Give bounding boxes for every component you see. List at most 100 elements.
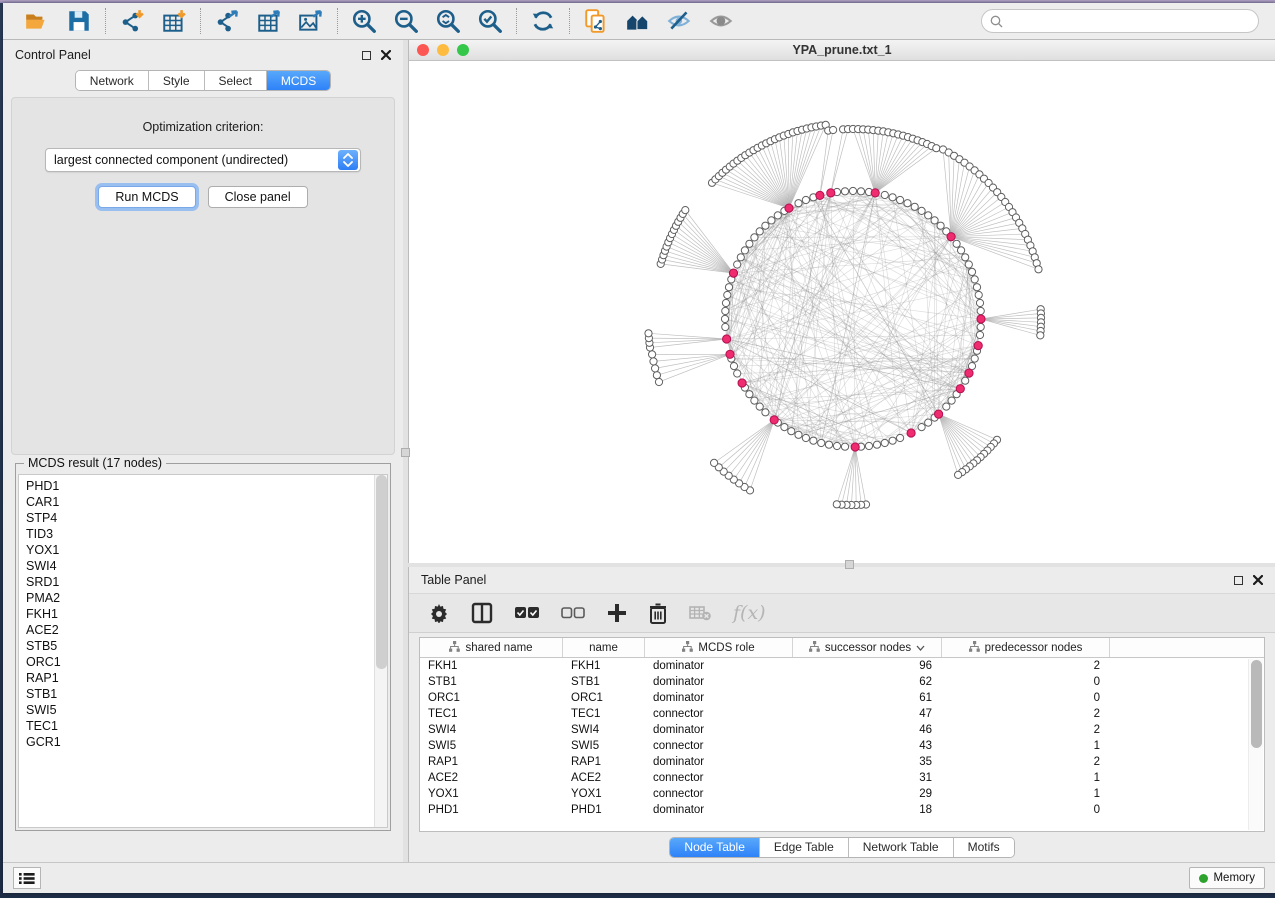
mcds-list-scrollbar[interactable] [374, 475, 387, 827]
show-columns-icon[interactable] [471, 600, 493, 626]
float-table-panel-icon[interactable] [1234, 576, 1243, 585]
tab-network[interactable]: Network [76, 71, 149, 90]
table-cell[interactable]: STB1 [563, 674, 645, 690]
table-cell[interactable]: 0 [942, 674, 1110, 690]
table-cell[interactable]: dominator [645, 674, 793, 690]
table-cell[interactable]: 18 [793, 802, 942, 818]
table-cell[interactable]: ACE2 [420, 770, 563, 786]
table-cell[interactable]: FKH1 [420, 658, 563, 674]
table-cell[interactable]: TEC1 [420, 706, 563, 722]
close-window-icon[interactable] [417, 44, 429, 56]
mcds-result-item[interactable]: SWI5 [19, 702, 387, 718]
task-history-button[interactable] [13, 867, 41, 889]
table-cell[interactable]: SWI4 [420, 722, 563, 738]
table-cell[interactable]: dominator [645, 658, 793, 674]
table-cell[interactable]: 96 [793, 658, 942, 674]
memory-button[interactable]: Memory [1189, 867, 1265, 889]
table-cell[interactable]: connector [645, 770, 793, 786]
table-scrollbar[interactable] [1248, 659, 1263, 830]
table-cell[interactable]: ORC1 [420, 690, 563, 706]
mcds-result-item[interactable]: ACE2 [19, 622, 387, 638]
table-cell[interactable]: 1 [942, 786, 1110, 802]
mcds-result-item[interactable]: TID3 [19, 526, 387, 542]
table-cell[interactable]: 46 [793, 722, 942, 738]
table-cell[interactable]: dominator [645, 754, 793, 770]
column-header-successor-nodes[interactable]: successor nodes [793, 638, 942, 657]
table-row[interactable]: TEC1TEC1connector472 [420, 706, 1264, 722]
table-cell[interactable]: 43 [793, 738, 942, 754]
table-cell[interactable]: TEC1 [563, 706, 645, 722]
vertical-splitter[interactable] [403, 40, 408, 862]
table-cell[interactable]: 2 [942, 722, 1110, 738]
table-cell[interactable]: 47 [793, 706, 942, 722]
table-row[interactable]: RAP1RAP1dominator352 [420, 754, 1264, 770]
table-tab-edge-table[interactable]: Edge Table [760, 838, 849, 857]
mcds-result-item[interactable]: STP4 [19, 510, 387, 526]
table-cell[interactable]: dominator [645, 802, 793, 818]
delete-column-icon[interactable] [649, 600, 667, 626]
table-row[interactable]: SWI5SWI5connector431 [420, 738, 1264, 754]
table-tab-motifs[interactable]: Motifs [954, 838, 1014, 857]
mcds-result-item[interactable]: FKH1 [19, 606, 387, 622]
tab-style[interactable]: Style [149, 71, 205, 90]
apply-layout-icon[interactable] [529, 7, 557, 35]
hide-selected-icon[interactable] [666, 7, 694, 35]
table-cell[interactable]: SWI4 [563, 722, 645, 738]
mcds-result-item[interactable]: GCR1 [19, 734, 387, 750]
mcds-result-item[interactable]: RAP1 [19, 670, 387, 686]
table-cell[interactable]: ACE2 [563, 770, 645, 786]
mcds-result-item[interactable]: ORC1 [19, 654, 387, 670]
run-mcds-button[interactable]: Run MCDS [98, 186, 195, 208]
minimize-window-icon[interactable] [437, 44, 449, 56]
mcds-result-item[interactable]: PMA2 [19, 590, 387, 606]
search-input[interactable] [1008, 14, 1250, 28]
table-cell[interactable]: RAP1 [563, 754, 645, 770]
close-table-panel-icon[interactable] [1253, 575, 1263, 585]
table-cell[interactable]: connector [645, 738, 793, 754]
table-cell[interactable]: SWI5 [420, 738, 563, 754]
export-image-icon[interactable] [297, 7, 325, 35]
table-cell[interactable]: FKH1 [563, 658, 645, 674]
table-cell[interactable]: YOX1 [420, 786, 563, 802]
table-cell[interactable]: connector [645, 786, 793, 802]
mcds-result-item[interactable]: STB1 [19, 686, 387, 702]
mcds-result-item[interactable]: SWI4 [19, 558, 387, 574]
open-file-icon[interactable] [23, 7, 51, 35]
add-column-icon[interactable] [607, 600, 627, 626]
table-row[interactable]: YOX1YOX1connector291 [420, 786, 1264, 802]
table-cell[interactable]: connector [645, 706, 793, 722]
table-cell[interactable]: 1 [942, 738, 1110, 754]
table-cell[interactable]: PHD1 [563, 802, 645, 818]
table-cell[interactable]: 62 [793, 674, 942, 690]
search-field[interactable] [981, 9, 1259, 33]
column-header-predecessor-nodes[interactable]: predecessor nodes [942, 638, 1110, 657]
table-row[interactable]: PHD1PHD1dominator180 [420, 802, 1264, 818]
table-cell[interactable]: 2 [942, 706, 1110, 722]
table-cell[interactable]: RAP1 [420, 754, 563, 770]
table-cell[interactable]: dominator [645, 690, 793, 706]
import-table-icon[interactable] [160, 7, 188, 35]
new-network-from-selection-icon[interactable] [582, 7, 610, 35]
import-network-icon[interactable] [118, 7, 146, 35]
tab-select[interactable]: Select [205, 71, 267, 90]
zoom-fit-icon[interactable] [434, 7, 462, 35]
table-row[interactable]: SWI4SWI4dominator462 [420, 722, 1264, 738]
mcds-result-item[interactable]: CAR1 [19, 494, 387, 510]
zoom-selected-icon[interactable] [476, 7, 504, 35]
table-scrollbar-thumb[interactable] [1251, 660, 1262, 748]
export-network-icon[interactable] [213, 7, 241, 35]
deselect-all-icon[interactable] [561, 600, 585, 626]
float-panel-icon[interactable] [362, 51, 371, 60]
horizontal-splitter[interactable] [408, 563, 1275, 567]
mcds-result-item[interactable]: SRD1 [19, 574, 387, 590]
table-cell[interactable]: STB1 [420, 674, 563, 690]
table-cell[interactable]: PHD1 [420, 802, 563, 818]
select-all-icon[interactable] [515, 600, 539, 626]
column-header-MCDS-role[interactable]: MCDS role [645, 638, 793, 657]
network-canvas[interactable] [409, 61, 1275, 563]
zoom-out-icon[interactable] [392, 7, 420, 35]
first-neighbors-icon[interactable] [624, 7, 652, 35]
table-settings-icon[interactable] [429, 600, 449, 626]
table-row[interactable]: FKH1FKH1dominator962 [420, 658, 1264, 674]
table-cell[interactable]: 1 [942, 770, 1110, 786]
